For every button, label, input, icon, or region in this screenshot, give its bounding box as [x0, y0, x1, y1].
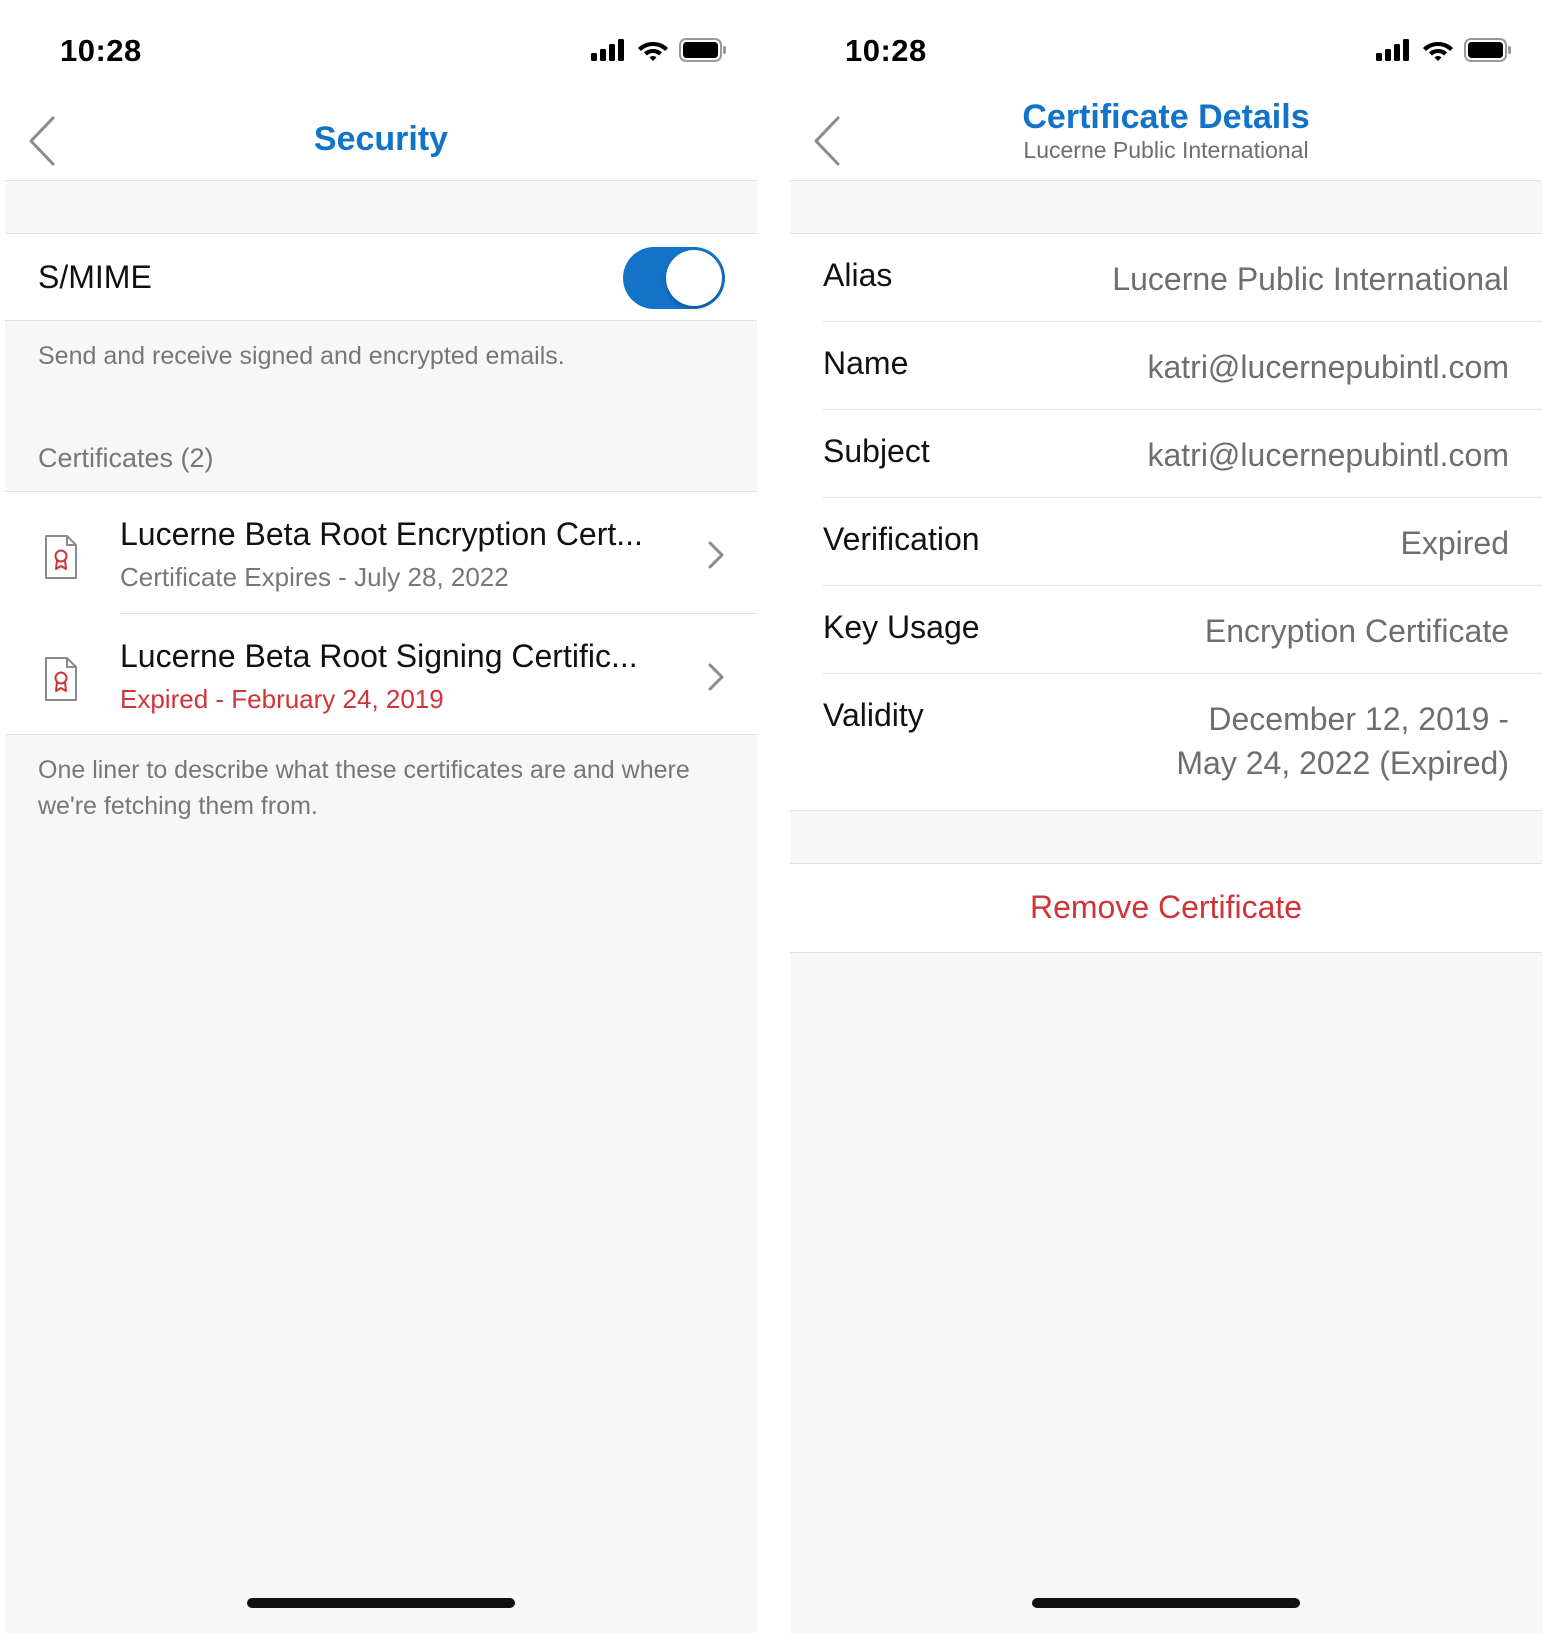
status-bar: 10:28 — [790, 0, 1542, 100]
page-title: Security — [313, 120, 449, 158]
page-title: Certificate Details — [1022, 98, 1310, 136]
battery-icon — [679, 38, 726, 62]
detail-label: Key Usage — [823, 609, 980, 645]
detail-row-validity: Validity December 12, 2019 - May 24, 202… — [790, 674, 1542, 811]
certificate-item-signing[interactable]: Lucerne Beta Root Signing Certific... Ex… — [5, 614, 757, 736]
status-icons — [1376, 38, 1512, 62]
page-subtitle: Lucerne Public International — [1023, 137, 1309, 163]
certificate-title: Lucerne Beta Root Signing Certific... — [120, 638, 638, 674]
detail-value: Lucerne Public International — [1112, 261, 1509, 297]
certificate-list: Lucerne Beta Root Encryption Cert... Cer… — [5, 491, 757, 735]
certificate-title: Lucerne Beta Root Encryption Cert... — [120, 516, 643, 552]
detail-value: Encryption Certificate — [1204, 613, 1509, 649]
certificate-icon — [45, 535, 77, 579]
certificate-icon — [45, 657, 77, 701]
smime-toggle[interactable] — [623, 247, 725, 309]
detail-label: Validity — [823, 697, 924, 733]
cellular-signal-icon — [1376, 39, 1409, 61]
certificates-description: One liner to describe what these certifi… — [38, 756, 690, 820]
battery-icon — [1464, 38, 1511, 62]
detail-row-key-usage: Key Usage Encryption Certificate — [790, 586, 1542, 674]
certificate-details-list: Alias Lucerne Public International Name … — [790, 233, 1542, 811]
certificate-expired-date: Expired - February 24, 2019 — [120, 684, 444, 714]
detail-row-subject: Subject katri@lucernepubintl.com — [790, 410, 1542, 498]
status-icons — [591, 38, 727, 62]
remove-certificate-button[interactable]: Remove Certificate — [790, 863, 1542, 953]
cellular-signal-icon — [591, 39, 624, 61]
home-indicator[interactable] — [1032, 1598, 1300, 1608]
detail-value-validity: December 12, 2019 - May 24, 2022 (Expire… — [1176, 697, 1509, 785]
smime-label: S/MIME — [38, 259, 152, 295]
detail-label: Verification — [823, 521, 980, 557]
status-time: 10:28 — [60, 33, 142, 68]
detail-label: Name — [823, 345, 909, 381]
wifi-icon — [638, 42, 668, 61]
detail-row-alias: Alias Lucerne Public International — [790, 234, 1542, 322]
status-time: 10:28 — [845, 33, 927, 68]
detail-label: Alias — [823, 257, 893, 293]
validity-start: December 12, 2019 - — [1208, 701, 1509, 737]
validity-end: May 24, 2022 (Expired) — [1176, 745, 1509, 781]
chevron-right-icon — [708, 663, 724, 691]
navigation-bar: Certificate Details Lucerne Public Inter… — [790, 98, 1542, 181]
detail-value: katri@lucernepubintl.com — [1147, 349, 1509, 385]
smime-description: Send and receive signed and encrypted em… — [38, 342, 565, 370]
detail-value: katri@lucernepubintl.com — [1147, 437, 1509, 473]
certificate-details-screen: 10:28 Certificate Details Lucerne Public… — [790, 0, 1542, 1633]
home-indicator[interactable] — [247, 1598, 515, 1608]
status-bar: 10:28 — [5, 0, 757, 100]
detail-label: Subject — [823, 433, 930, 469]
certificates-section-header: Certificates (2) — [38, 443, 214, 473]
chevron-right-icon — [708, 541, 724, 569]
certificate-item-encryption[interactable]: Lucerne Beta Root Encryption Cert... Cer… — [5, 492, 757, 614]
certificate-expiry: Certificate Expires - July 28, 2022 — [120, 562, 509, 592]
wifi-icon — [1423, 42, 1453, 61]
detail-row-name: Name katri@lucernepubintl.com — [790, 322, 1542, 410]
detail-value: Expired — [1400, 525, 1510, 561]
navigation-bar: Security — [5, 100, 757, 181]
security-screen: 10:28 Security S/MIME Send and receive s… — [5, 0, 757, 1633]
toggle-knob — [666, 250, 722, 306]
remove-certificate-label: Remove Certificate — [1029, 889, 1303, 925]
detail-row-verification: Verification Expired — [790, 498, 1542, 586]
smime-setting-row: S/MIME — [5, 233, 757, 321]
